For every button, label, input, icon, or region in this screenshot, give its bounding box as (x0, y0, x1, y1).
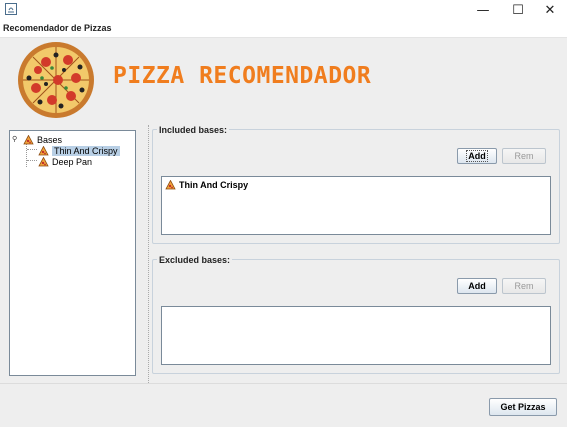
list-item-label: Thin And Crispy (179, 180, 249, 190)
rem-included-label: Rem (514, 151, 534, 161)
get-pizzas-label: Get Pizzas (500, 402, 546, 412)
get-pizzas-button[interactable]: Get Pizzas (489, 398, 557, 416)
minimize-button[interactable]: — (466, 0, 500, 20)
maximize-button[interactable]: ☐ (501, 0, 535, 20)
tree-node-bases[interactable]: Bases (23, 134, 62, 145)
bases-tree[interactable]: ⚲ Bases Thin And Crispy Deep Pan (9, 130, 136, 376)
window-titlebar: — ☐ ✕ (0, 0, 567, 20)
app-title-bar: Recomendador de Pizzas (0, 20, 567, 38)
banner-title: PIZZA RECOMENDADOR (113, 63, 372, 89)
footer-separator (0, 383, 567, 384)
tree-node-label: Deep Pan (52, 156, 93, 167)
app-title: Recomendador de Pizzas (3, 23, 112, 33)
tree-node-label: Bases (37, 134, 63, 145)
add-excluded-label: Add (468, 281, 486, 291)
rem-excluded-label: Rem (514, 281, 534, 291)
close-button[interactable]: ✕ (533, 0, 567, 20)
pizza-slice-icon (165, 180, 176, 190)
java-app-icon (5, 3, 17, 15)
tree-expand-toggle-icon[interactable]: ⚲ (12, 135, 17, 143)
add-excluded-button[interactable]: Add (457, 278, 497, 294)
pizza-logo-icon (18, 42, 94, 118)
add-included-label: Add (466, 150, 488, 162)
tree-node-deep-pan[interactable]: Deep Pan (38, 156, 92, 167)
add-included-button[interactable]: Add (457, 148, 497, 164)
pizza-slice-icon (23, 134, 34, 144)
excluded-bases-title: Excluded bases: (157, 255, 233, 265)
included-bases-title: Included bases: (157, 125, 230, 135)
included-bases-group: Included bases: Add Rem Thin And Crispy (152, 125, 560, 244)
included-bases-list[interactable]: Thin And Crispy (161, 176, 551, 235)
excluded-bases-group: Excluded bases: Add Rem (152, 255, 560, 374)
excluded-bases-list[interactable] (161, 306, 551, 365)
tree-node-thin-and-crispy[interactable]: Thin And Crispy (38, 145, 120, 156)
list-item[interactable]: Thin And Crispy (165, 180, 248, 190)
pizza-slice-icon (38, 145, 49, 155)
pizza-slice-icon (38, 156, 49, 166)
tree-node-label: Thin And Crispy (52, 145, 120, 156)
rem-included-button[interactable]: Rem (502, 148, 546, 164)
rem-excluded-button[interactable]: Rem (502, 278, 546, 294)
